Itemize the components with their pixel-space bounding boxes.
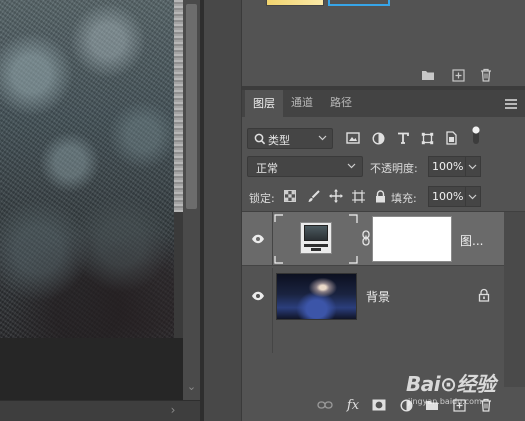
document-image-edge [174,0,183,212]
visibility-eye-icon[interactable] [250,290,266,302]
panel-menu-icon[interactable] [505,99,517,109]
document-image-edge-shadow [174,212,183,338]
lock-icon[interactable] [478,288,490,302]
shape-filter-icon[interactable] [419,130,435,146]
swatch-thumbnail-selected[interactable] [328,0,390,6]
thumbnail-bar [304,244,328,247]
chevron-down-icon [468,194,477,200]
thumbnail-screen [304,225,328,241]
smart-object-filter-icon[interactable] [443,130,459,146]
search-icon [254,133,266,145]
background-layer-thumbnail[interactable] [276,273,357,320]
layers-panel-dock: 图层 通道 路径 类型 正常 不透明度: 100% 锁定: 填充: 100% 图… [242,0,525,421]
lock-row: 锁定: 填充: 100% [242,184,525,208]
chevron-down-icon [468,164,477,170]
visibility-column-divider [272,268,273,353]
type-filter-icon[interactable] [395,130,411,146]
chevron-down-icon [347,163,356,169]
swatches-panel-footer [242,64,525,86]
layers-panel-footer: fx [242,388,525,421]
blend-mode-row: 正常 不透明度: 100% [242,154,525,178]
filter-toggle-icon[interactable] [468,126,484,144]
pixel-filter-icon[interactable] [345,130,361,146]
panel-tab-bar: 图层 通道 路径 [242,90,525,117]
layer-list-scrollbar[interactable] [504,212,525,387]
layer-row-selected[interactable]: 图... [242,212,504,266]
fill-label: 填充: [391,192,417,205]
layer-name[interactable]: 背景 [366,288,390,305]
tab-paths[interactable]: 路径 [322,90,360,117]
scroll-down-arrow-icon[interactable]: ⌄ [184,380,199,394]
mask-link-icon[interactable] [361,230,371,246]
document-image[interactable] [0,0,174,338]
swatch-thumbnail[interactable] [266,0,324,6]
tab-channels[interactable]: 通道 [283,90,321,117]
fx-icon[interactable]: fx [345,397,361,413]
tab-layers[interactable]: 图层 [245,90,283,117]
opacity-label: 不透明度: [370,162,418,175]
lock-pixels-icon[interactable] [305,188,321,204]
layer-list: 图... 背景 [242,211,525,387]
delete-layer-icon[interactable] [478,397,494,413]
lock-position-icon[interactable] [328,188,344,204]
blend-mode-value: 正常 [256,162,278,175]
thumbnail-base [311,248,321,251]
collapsed-panel-strip [204,0,242,421]
add-mask-icon[interactable] [371,397,387,413]
layer-mask-thumbnail[interactable] [372,216,452,262]
layer-row-background[interactable]: 背景 [242,268,504,353]
lock-transparent-icon[interactable] [282,188,298,204]
lock-label: 锁定: [249,192,275,205]
folder-icon[interactable] [420,67,436,83]
visibility-eye-icon[interactable] [250,233,266,245]
opacity-dropdown-button[interactable] [466,156,481,177]
adjustment-layer-icon[interactable] [398,397,414,413]
filter-kind-select[interactable]: 类型 [247,128,333,149]
new-layer-icon[interactable] [451,397,467,413]
trash-icon[interactable] [478,67,494,83]
fill-field[interactable]: 100% [428,186,466,207]
opacity-field[interactable]: 100% [428,156,466,177]
adjustment-filter-icon[interactable] [370,130,386,146]
layer-name[interactable]: 图... [460,232,483,249]
new-swatch-icon[interactable] [450,67,466,83]
blend-mode-select[interactable]: 正常 [247,156,363,177]
scroll-right-arrow-icon[interactable]: › [166,401,180,419]
chevron-down-icon [318,135,327,141]
lock-artboard-icon[interactable] [350,188,366,204]
vertical-scrollbar-thumb[interactable] [186,4,197,209]
layer-thumbnail[interactable] [300,222,332,254]
fill-dropdown-button[interactable] [466,186,481,207]
pasteboard [0,338,183,400]
lock-all-icon[interactable] [372,188,388,204]
new-group-icon[interactable] [424,397,440,413]
link-layers-icon[interactable] [317,397,333,413]
document-canvas-area[interactable]: ⌄ › [0,0,200,421]
visibility-column-divider [272,212,273,266]
filter-kind-label: 类型 [268,134,290,147]
layer-filter-row: 类型 [242,123,525,149]
